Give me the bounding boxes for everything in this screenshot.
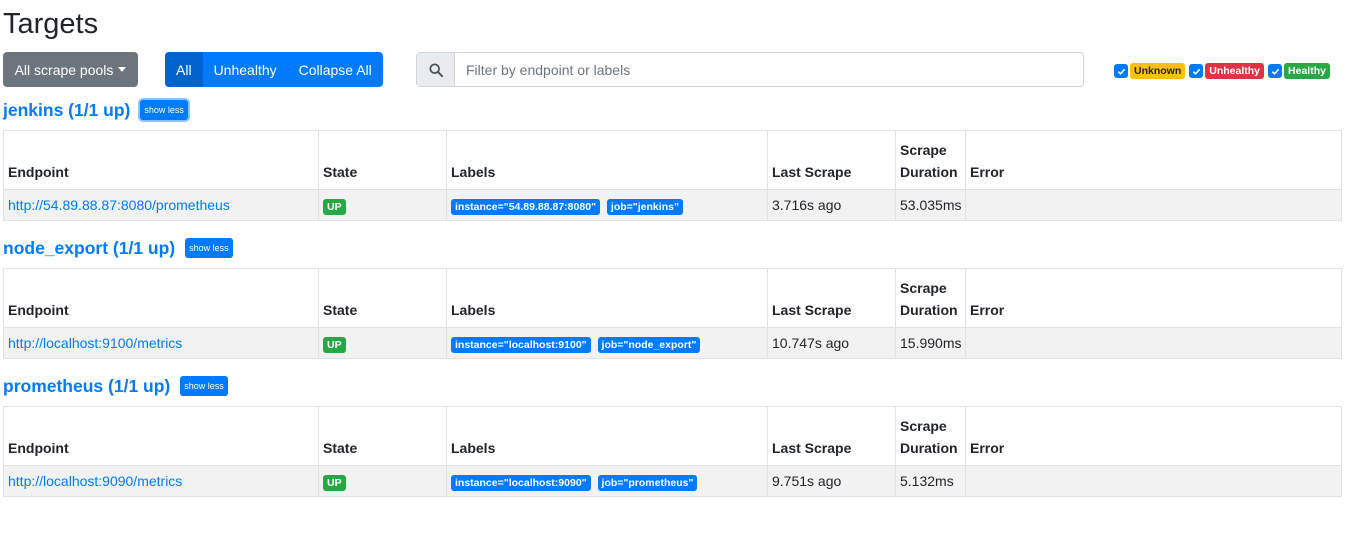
unknown-checkbox[interactable] <box>1114 64 1128 78</box>
last-scrape-header: Last Scrape <box>767 406 896 466</box>
scrape-duration-cell: 53.035ms <box>895 189 966 221</box>
state-header: State <box>318 406 447 466</box>
search-icon <box>417 53 455 86</box>
search-input[interactable] <box>455 53 1083 86</box>
pool-title-link[interactable]: prometheus (1/1 up) <box>3 376 170 397</box>
error-cell <box>965 465 1342 497</box>
scrape-pools-dropdown[interactable]: All scrape pools <box>3 52 138 87</box>
unhealthy-checkbox[interactable] <box>1189 64 1204 78</box>
scrape-duration-header: Scrape Duration <box>895 268 966 328</box>
label-badge: instance="localhost:9100" <box>451 337 591 353</box>
table-row: http://localhost:9100/metrics UP instanc… <box>3 327 1342 359</box>
scrape-duration-cell: 15.990ms <box>895 327 966 359</box>
error-cell <box>965 189 1342 221</box>
endpoint-header: Endpoint <box>3 406 319 466</box>
unhealthy-badge: Unhealthy <box>1205 63 1265 79</box>
pool-title-link[interactable]: node_export (1/1 up) <box>3 238 175 259</box>
table-row: http://localhost:9090/metrics UP instanc… <box>3 465 1342 497</box>
error-header: Error <box>965 268 1342 328</box>
labels-header: Labels <box>446 130 768 190</box>
state-badge: UP <box>323 475 346 491</box>
filter-button-group: All Unhealthy Collapse All <box>165 52 383 87</box>
targets-table: Endpoint State Labels Last Scrape Scrape… <box>3 268 1342 359</box>
label-badge: job="jenkins" <box>606 199 683 215</box>
last-scrape-header: Last Scrape <box>767 130 896 190</box>
labels-header: Labels <box>446 406 768 466</box>
targets-table: Endpoint State Labels Last Scrape Scrape… <box>3 130 1342 221</box>
search-box <box>416 52 1084 87</box>
state-header: State <box>318 268 447 328</box>
last-scrape-header: Last Scrape <box>767 268 896 328</box>
label-badge: instance="localhost:9090" <box>451 475 591 491</box>
show-less-button[interactable]: show less <box>140 100 188 120</box>
endpoint-header: Endpoint <box>3 130 319 190</box>
scrape-pool-node-export: node_export (1/1 up) show less Endpoint … <box>3 236 1342 359</box>
caret-down-icon <box>118 67 127 72</box>
endpoint-header: Endpoint <box>3 268 319 328</box>
scrape-pool-jenkins: jenkins (1/1 up) show less Endpoint Stat… <box>3 98 1342 221</box>
endpoint-link[interactable]: http://54.89.88.87:8080/prometheus <box>8 197 230 213</box>
health-filters: Unknown Unhealthy Healthy <box>1114 63 1330 79</box>
label-badge: instance="54.89.88.87:8080" <box>451 199 601 215</box>
state-badge: UP <box>323 199 346 215</box>
scrape-pool-prometheus: prometheus (1/1 up) show less Endpoint S… <box>3 374 1342 497</box>
error-cell <box>965 327 1342 359</box>
page-title: Targets <box>3 8 99 40</box>
endpoint-link[interactable]: http://localhost:9090/metrics <box>8 473 182 489</box>
show-less-button[interactable]: show less <box>180 376 228 396</box>
filter-all-button[interactable]: All <box>165 52 203 87</box>
table-row: http://54.89.88.87:8080/prometheus UP in… <box>3 189 1342 221</box>
scrape-duration-header: Scrape Duration <box>895 130 966 190</box>
error-header: Error <box>965 130 1342 190</box>
filter-unhealthy-button[interactable]: Unhealthy <box>202 52 288 87</box>
show-less-button[interactable]: show less <box>185 238 233 258</box>
labels-header: Labels <box>446 268 768 328</box>
state-badge: UP <box>323 337 346 353</box>
pool-title-link[interactable]: jenkins (1/1 up) <box>3 100 130 121</box>
state-header: State <box>318 130 447 190</box>
scrape-pools-label: All scrape pools <box>14 61 114 78</box>
healthy-badge: Healthy <box>1284 63 1330 79</box>
label-badge: job="node_export" <box>597 337 701 353</box>
collapse-all-button[interactable]: Collapse All <box>287 52 383 87</box>
healthy-checkbox[interactable] <box>1268 64 1283 78</box>
error-header: Error <box>965 406 1342 466</box>
last-scrape-cell: 9.751s ago <box>767 465 896 497</box>
unknown-badge: Unknown <box>1130 63 1186 79</box>
label-badge: job="prometheus" <box>597 475 698 491</box>
last-scrape-cell: 10.747s ago <box>767 327 896 359</box>
targets-table: Endpoint State Labels Last Scrape Scrape… <box>3 406 1342 497</box>
endpoint-link[interactable]: http://localhost:9100/metrics <box>8 335 182 351</box>
scrape-duration-header: Scrape Duration <box>895 406 966 466</box>
last-scrape-cell: 3.716s ago <box>767 189 896 221</box>
scrape-duration-cell: 5.132ms <box>895 465 966 497</box>
